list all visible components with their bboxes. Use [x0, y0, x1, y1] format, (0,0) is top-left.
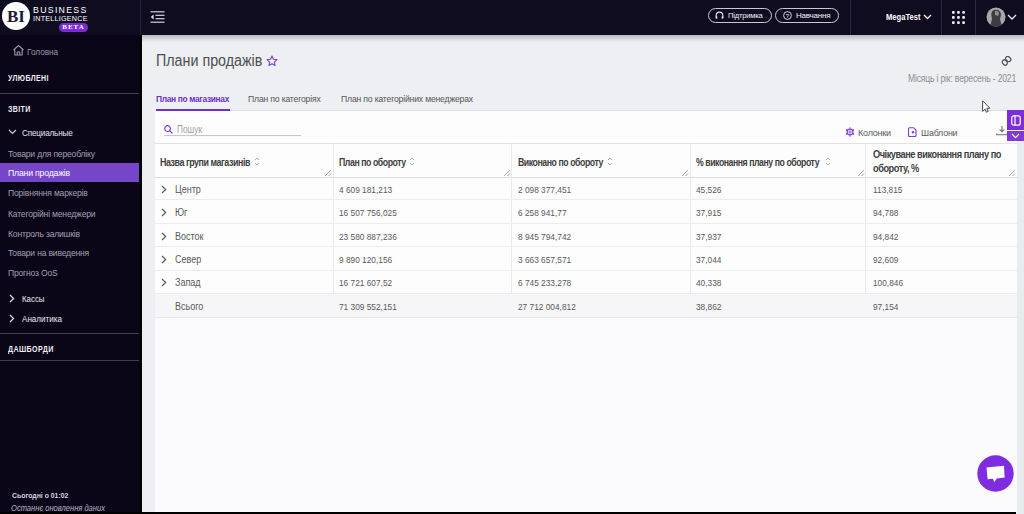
svg-text:?: ? — [785, 13, 789, 19]
